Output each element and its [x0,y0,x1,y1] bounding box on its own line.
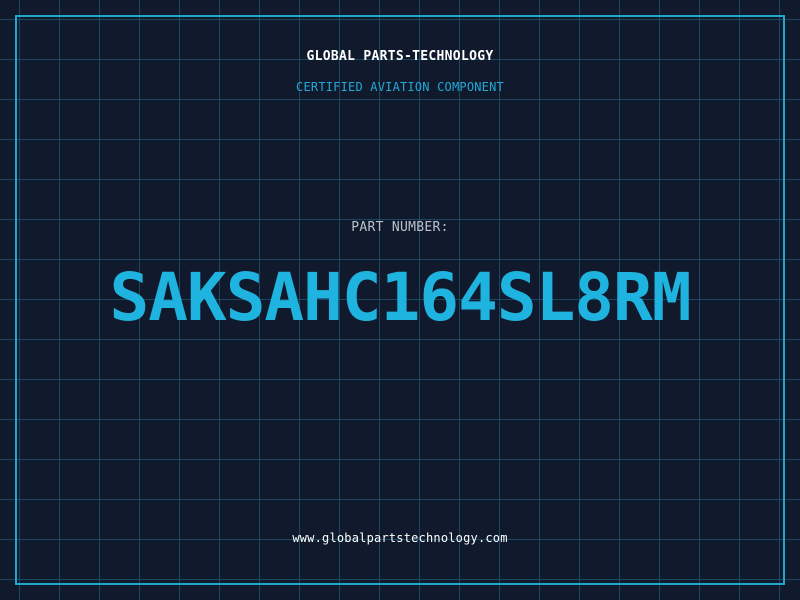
website-url: www.globalpartstechnology.com [292,531,508,545]
company-name: GLOBAL PARTS-TECHNOLOGY [306,49,494,64]
part-number-label: PART NUMBER: [351,220,449,235]
part-number-value: SAKSAHC164SL8RM [109,259,691,336]
part-label-card: GLOBAL PARTS-TECHNOLOGY CERTIFIED AVIATI… [0,0,800,600]
certification-tagline: CERTIFIED AVIATION COMPONENT [296,80,504,94]
